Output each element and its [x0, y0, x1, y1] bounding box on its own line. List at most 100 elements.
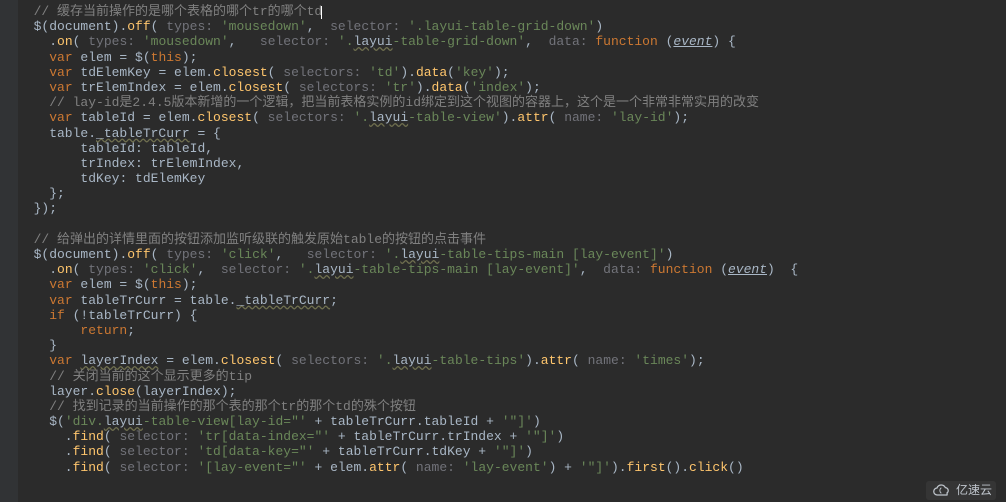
code-line[interactable]: .find( selector: 'td[data-key="' + table… — [18, 444, 1006, 459]
token-fn: close — [96, 384, 135, 399]
token-id: = { — [190, 126, 221, 141]
token-str: 'td' — [369, 65, 400, 80]
token-str: 'key' — [455, 65, 494, 80]
token-param: types: — [166, 19, 221, 34]
token-param: data: — [549, 34, 596, 49]
token-id: $( — [18, 247, 49, 262]
code-line[interactable]: $('div.layui-table-view[lay-id="' + tabl… — [18, 414, 1006, 429]
token-fn: find — [73, 460, 104, 475]
code-line[interactable]: var elem = $(this); — [18, 50, 1006, 65]
token-param: data: — [603, 262, 650, 277]
token-param: selectors: — [268, 110, 354, 125]
code-line[interactable]: }; — [18, 186, 1006, 201]
token-param: name: — [416, 460, 463, 475]
token-id: ( — [104, 460, 120, 475]
token-id: , — [229, 34, 260, 49]
token-fn: attr — [517, 110, 548, 125]
token-fn: closest — [229, 80, 284, 95]
token-kw: function — [595, 34, 657, 49]
code-line[interactable]: } — [18, 338, 1006, 353]
token-id: $( — [18, 414, 65, 429]
token-id — [18, 232, 34, 247]
token-warn: layerIndex — [80, 353, 158, 368]
token-kw: var — [49, 293, 72, 308]
code-line[interactable]: // 找到记录的当前操作的那个表的那个tr的那个td的殊个按钮 — [18, 399, 1006, 414]
code-line[interactable] — [18, 217, 1006, 232]
code-line[interactable]: tdKey: tdElemKey — [18, 171, 1006, 186]
token-str: 'click' — [221, 247, 276, 262]
token-id: tableId — [80, 141, 135, 156]
token-id — [18, 323, 80, 338]
code-line[interactable]: }); — [18, 201, 1006, 216]
code-line[interactable]: $(document).off( types: 'mousedown', sel… — [18, 19, 1006, 34]
code-line[interactable]: table._tableTrCurr = { — [18, 126, 1006, 141]
token-id: ( — [283, 80, 299, 95]
code-line[interactable]: var tableTrCurr = table._tableTrCurr; — [18, 293, 1006, 308]
code-line[interactable]: if (!tableTrCurr) { — [18, 308, 1006, 323]
token-str: -table-view' — [408, 110, 502, 125]
token-str: '. — [377, 353, 393, 368]
token-id: . — [18, 429, 73, 444]
code-area[interactable]: // 缓存当前操作的是哪个表格的哪个tr的哪个td $(document).of… — [18, 4, 1006, 475]
token-id: . — [18, 34, 57, 49]
code-line[interactable]: return; — [18, 323, 1006, 338]
code-line[interactable]: var tdElemKey = elem.closest( selectors:… — [18, 65, 1006, 80]
token-str: 'mousedown' — [143, 34, 229, 49]
token-comment: // 缓存当前操作的是哪个表格的哪个tr的哪个td — [34, 4, 323, 19]
code-line[interactable]: var layerIndex = elem.closest( selectors… — [18, 353, 1006, 368]
token-id: ; — [330, 293, 338, 308]
token-warn: layui — [369, 110, 408, 125]
token-fn: attr — [541, 353, 572, 368]
code-line[interactable]: // lay-id是2.4.5版本新增的一个逻辑，把当前表格实例的id绑定到这个… — [18, 95, 1006, 110]
code-line[interactable]: var tableId = elem.closest( selectors: '… — [18, 110, 1006, 125]
token-id: ) — [525, 444, 533, 459]
token-id: ) — [533, 414, 541, 429]
code-line[interactable]: var trElemIndex = elem.closest( selector… — [18, 80, 1006, 95]
token-str: '"]' — [525, 429, 556, 444]
code-line[interactable]: // 给弹出的详情里面的按钮添加监听级联的触发原始table的按钮的点击事件 — [18, 232, 1006, 247]
editor-gutter — [0, 0, 18, 502]
token-str: -table-tips-main [lay-event]' — [439, 247, 665, 262]
token-fn: off — [127, 247, 150, 262]
token-fn: first — [627, 460, 666, 475]
token-id: ); — [689, 353, 705, 368]
code-line[interactable]: var elem = $(this); — [18, 277, 1006, 292]
token-id: (!tableTrCurr) { — [65, 308, 198, 323]
token-str: 'tr' — [385, 80, 416, 95]
token-kw: function — [650, 262, 712, 277]
code-line[interactable]: // 缓存当前操作的是哪个表格的哪个tr的哪个td — [18, 4, 1006, 19]
token-id: ( — [104, 429, 120, 444]
token-kw: return — [80, 323, 127, 338]
code-line[interactable]: .find( selector: '[lay-event="' + elem.a… — [18, 460, 1006, 475]
code-line[interactable]: // 关闭当前的这个显示更多的tip — [18, 369, 1006, 384]
token-fn: click — [689, 460, 728, 475]
code-line[interactable]: $(document).off( types: 'click', selecto… — [18, 247, 1006, 262]
token-id: ( — [400, 460, 416, 475]
token-str: '"]' — [580, 460, 611, 475]
token-str: '[lay-event="' — [197, 460, 306, 475]
code-line[interactable]: tableId: tableId, — [18, 141, 1006, 156]
token-id: : tableId, — [135, 141, 213, 156]
token-fn: on — [57, 34, 73, 49]
code-line[interactable]: .on( types: 'click', selector: '.layui-t… — [18, 262, 1006, 277]
token-id: ). — [525, 353, 541, 368]
code-editor[interactable]: // 缓存当前操作的是哪个表格的哪个tr的哪个td $(document).of… — [0, 0, 1006, 502]
token-kw: var — [49, 80, 72, 95]
code-line[interactable]: layer.close(layerIndex); — [18, 384, 1006, 399]
token-id: ( — [73, 262, 89, 277]
token-id: tableId = elem. — [73, 110, 198, 125]
code-line[interactable]: .find( selector: 'tr[data-index="' + tab… — [18, 429, 1006, 444]
token-param: name: — [564, 110, 611, 125]
code-line[interactable]: trIndex: trElemIndex, — [18, 156, 1006, 171]
code-line[interactable]: .on( types: 'mousedown', selector: '.lay… — [18, 34, 1006, 49]
token-id — [18, 50, 49, 65]
token-id: . — [18, 444, 73, 459]
token-str: 'index' — [471, 80, 526, 95]
token-id — [18, 65, 49, 80]
token-id: ) { — [767, 262, 798, 277]
token-fn: attr — [369, 460, 400, 475]
token-id: elem = $( — [73, 50, 151, 65]
token-id: layer. — [18, 384, 96, 399]
token-comment: // 找到记录的当前操作的那个表的那个tr的那个td的殊个按钮 — [49, 399, 416, 414]
token-id: ( — [447, 65, 455, 80]
